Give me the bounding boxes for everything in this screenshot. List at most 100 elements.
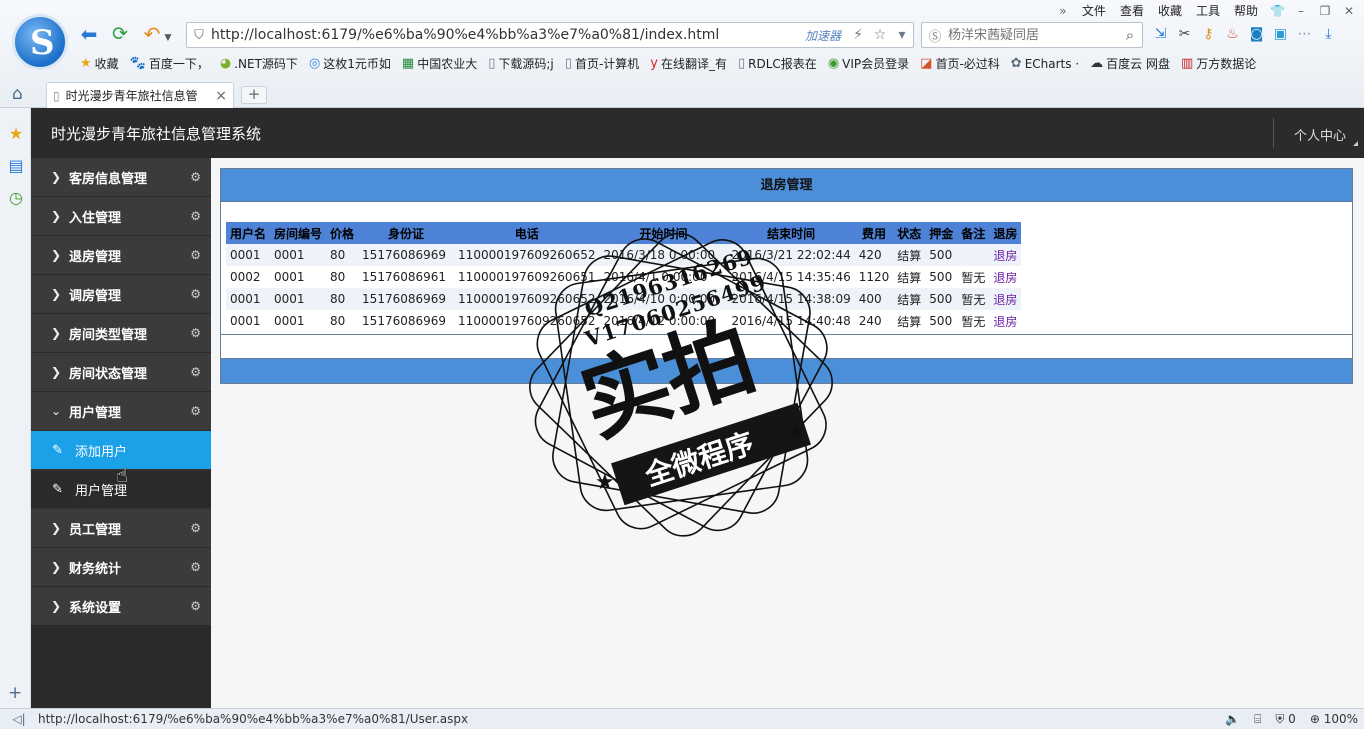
checkout-panel: 退房管理 用户名 房间编号 价格 身份证 电话 开始时间 结束时间 费用 状态 … <box>220 168 1353 384</box>
bookmarks-bar: ★ 收藏 🐾 百度一下， ◕ .NET源码下 ◎ 这枚1元币如 ▦ 中国农业大 ▯ 下载源码… <box>80 55 1256 72</box>
tab-title: 时光漫步青年旅社信息管 <box>65 89 198 103</box>
cell-start-time: 2016/3/18 0:00:00 <box>599 244 728 266</box>
sidebar-item-room-status[interactable]: ❯ 房间状态管理 ⚙ <box>31 353 211 392</box>
url-text[interactable]: http://localhost:6179/%e6%ba%90%e4%bb%a3… <box>211 27 805 43</box>
chevron-down-icon[interactable]: ▾ <box>891 27 913 43</box>
sidebar-item-room-info[interactable]: ❯ 客房信息管理 ⚙ <box>31 158 211 197</box>
search-icon[interactable]: ⌕ <box>1118 26 1142 44</box>
column-header: 身份证 <box>358 222 455 244</box>
download-icon[interactable]: ⤓ <box>1320 24 1337 44</box>
checkout-link[interactable]: 退房 <box>993 293 1017 307</box>
table-row: 0001 0001 80 15176086969 110000197609260… <box>226 310 1022 332</box>
search-box[interactable]: Ⓢ ⌕ <box>921 22 1143 48</box>
bookmark-item[interactable]: ▯ RDLC报表在 <box>738 55 817 72</box>
minimize-icon[interactable]: – <box>1294 4 1308 18</box>
cell-username: 0001 <box>226 288 271 310</box>
reading-list-icon[interactable]: ▤ <box>6 156 26 175</box>
vip-icon: ◉ <box>827 56 840 71</box>
cell-fee: 240 <box>854 310 894 332</box>
cloud-icon: ☁ <box>1090 56 1104 71</box>
sidebar-item-checkin[interactable]: ❯ 入住管理 ⚙ <box>31 197 211 236</box>
zoom-icon[interactable]: ⊕ 100% <box>1310 712 1358 726</box>
cell-start-time: 2016/4/10 0:00:00 <box>599 288 728 310</box>
bookmark-item[interactable]: ◎ 这枚1元币如 <box>309 55 391 72</box>
close-icon[interactable]: × <box>215 88 227 104</box>
more-icon[interactable]: ⋯ <box>1296 24 1313 44</box>
screenshot-icon[interactable]: ▣ <box>1272 24 1289 44</box>
column-header: 开始时间 <box>599 222 728 244</box>
page-icon: ▯ <box>564 56 572 71</box>
bookmark-item[interactable]: ◉ VIP会员登录 <box>828 55 909 72</box>
volume-icon[interactable]: 🔈 <box>1225 712 1240 726</box>
cell-username: 0001 <box>226 310 271 332</box>
favorites-star-icon[interactable]: ★ <box>6 124 26 143</box>
sidebar-item-finance[interactable]: ❯ 财务统计 ⚙ <box>31 548 211 587</box>
cell-end-time: 2016/3/21 22:02:44 <box>727 244 855 266</box>
personal-center-button[interactable]: 个人中心 <box>1272 118 1364 148</box>
favorite-star-icon[interactable]: ☆ <box>869 27 891 43</box>
checkout-link[interactable]: 退房 <box>993 249 1017 263</box>
sidebar-item-label: 调房管理 <box>69 288 122 304</box>
restore-icon[interactable]: ❐ <box>1318 4 1332 18</box>
menu-help[interactable]: 帮助 <box>1232 2 1260 19</box>
net-icon: ◕ <box>219 56 232 71</box>
column-header: 退房 <box>989 222 1022 244</box>
home-icon[interactable]: ⌂ <box>12 84 23 104</box>
sidebar-item-room-type[interactable]: ❯ 房间类型管理 ⚙ <box>31 314 211 353</box>
pencil-icon: ✎ <box>52 442 63 458</box>
login-icon[interactable]: ⇲ <box>1152 24 1169 44</box>
bookmark-item[interactable]: y 在线翻译_有 <box>650 55 727 72</box>
cell-username: 0002 <box>226 266 271 288</box>
bookmark-item[interactable]: ▦ 中国农业大 <box>402 55 477 72</box>
chevron-down-icon[interactable]: ▼ <box>163 26 173 50</box>
bookmark-item[interactable]: ▯ 下载源码;j <box>488 55 554 72</box>
gear-icon: ⚙ <box>190 365 201 379</box>
sidebar-item-checkout[interactable]: ❯ 退房管理 ⚙ <box>31 236 211 275</box>
menu-view[interactable]: 查看 <box>1118 2 1146 19</box>
skin-icon[interactable]: 👕 <box>1270 4 1285 18</box>
clean-icon[interactable]: ♨ <box>1224 24 1241 44</box>
column-header: 押金 <box>925 222 958 244</box>
camera-icon[interactable]: ◙ <box>1248 24 1265 44</box>
bookmark-item[interactable]: ▥ 万方数据论 <box>1181 55 1256 72</box>
expand-menu-icon[interactable]: » <box>1056 4 1070 18</box>
cell-id-card: 15176086969 <box>358 288 455 310</box>
sidebar-item-users[interactable]: ⌄ 用户管理 ⚙ <box>31 392 211 431</box>
bookmark-item[interactable]: ✿ ECharts · <box>1011 55 1079 72</box>
sidebar-toggle-icon[interactable]: ◁| <box>0 712 38 726</box>
sidebar-item-staff[interactable]: ❯ 员工管理 ⚙ <box>31 509 211 548</box>
bookmark-item[interactable]: ▯ 首页-计算机 <box>565 55 640 72</box>
menu-tools[interactable]: 工具 <box>1194 2 1222 19</box>
address-bar[interactable]: ⛉ http://localhost:6179/%e6%ba%90%e4%bb%… <box>186 22 914 48</box>
browser-tab[interactable]: ▯ 时光漫步青年旅社信息管 × <box>46 82 234 108</box>
history-clock-icon[interactable]: ◷ <box>6 188 26 207</box>
scissors-icon[interactable]: ✂ <box>1176 24 1193 44</box>
checkout-link[interactable]: 退房 <box>993 315 1017 329</box>
undo-icon[interactable]: ↶ <box>140 22 164 46</box>
bookmark-item[interactable]: 🐾 百度一下， <box>130 55 209 72</box>
sidebar-item-settings[interactable]: ❯ 系统设置 ⚙ <box>31 587 211 626</box>
cell-phone: 110000197609260651 <box>454 266 600 288</box>
search-input[interactable] <box>948 27 1118 43</box>
bookmark-item[interactable]: ☁ 百度云 网盘 <box>1090 55 1170 72</box>
bookmark-item[interactable]: ◪ 首页-必过科 <box>920 55 1000 72</box>
accelerator-button[interactable]: 加速器 <box>805 27 841 44</box>
bookmark-item[interactable]: ★ 收藏 <box>80 55 119 72</box>
menu-file[interactable]: 文件 <box>1080 2 1108 19</box>
checkout-link[interactable]: 退房 <box>993 271 1017 285</box>
key-icon[interactable]: ⚷ <box>1200 24 1217 44</box>
ad-block-icon[interactable]: ⛨ 0 <box>1275 712 1295 727</box>
menu-favorites[interactable]: 收藏 <box>1156 2 1184 19</box>
back-arrow-icon[interactable]: ⬅ <box>77 22 101 46</box>
search-engine-icon[interactable]: Ⓢ <box>922 26 948 45</box>
new-tab-button[interactable]: + <box>241 86 267 104</box>
close-window-icon[interactable]: ✕ <box>1342 4 1356 18</box>
network-icon[interactable]: ⌸ <box>1254 712 1261 727</box>
sidebar-item-room-transfer[interactable]: ❯ 调房管理 ⚙ <box>31 275 211 314</box>
cell-room-no: 0001 <box>270 266 327 288</box>
lightning-icon[interactable]: ⚡ <box>847 27 869 43</box>
bookmark-item[interactable]: ◕ .NET源码下 <box>220 55 298 72</box>
refresh-icon[interactable]: ⟳ <box>108 22 132 46</box>
add-icon[interactable]: + <box>8 683 22 703</box>
sidebar-item-label: 用户管理 <box>69 405 122 421</box>
